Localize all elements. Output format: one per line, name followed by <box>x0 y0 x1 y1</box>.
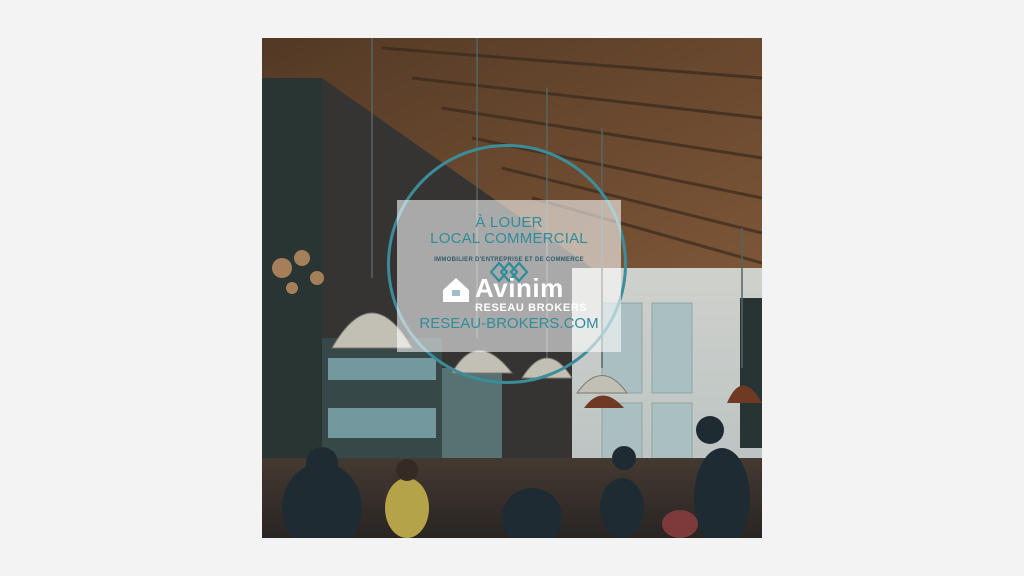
house-arrow-icon <box>443 278 469 302</box>
headline-for-rent: À LOUER <box>475 214 543 231</box>
website-link[interactable]: RESEAU-BROKERS.COM <box>397 315 621 332</box>
advert-panel: À LOUER LOCAL COMMERCIAL IMMOBILIER D'EN… <box>397 200 621 352</box>
brand-name: Avinim <box>475 273 564 303</box>
brand-subtitle: RESEAU BROKERS <box>475 302 588 314</box>
brand-logo: Avinim RESEAU BROKERS <box>397 261 621 314</box>
headline-commercial-premises: LOCAL COMMERCIAL <box>430 230 588 247</box>
